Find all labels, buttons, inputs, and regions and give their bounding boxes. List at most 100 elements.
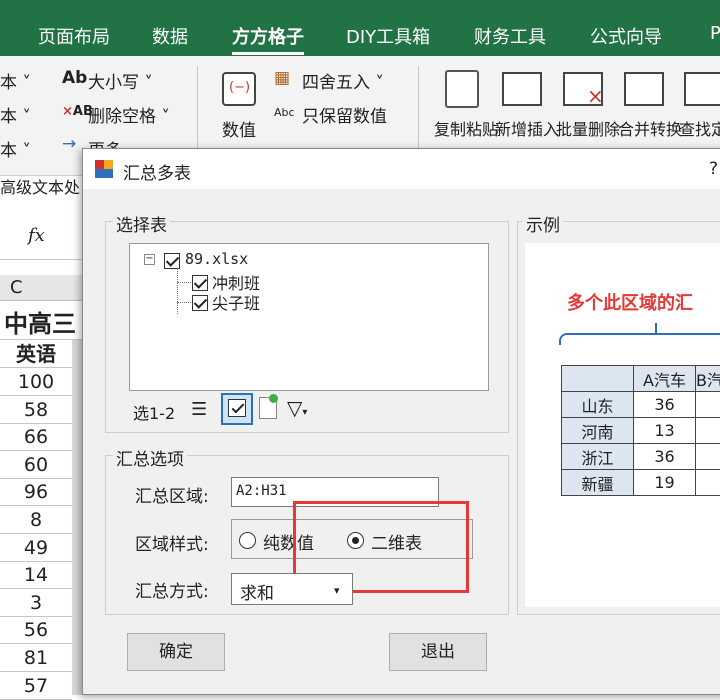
sheet-value-cell[interactable]: 57 bbox=[0, 672, 72, 700]
sheet-gray-column bbox=[72, 340, 82, 695]
example-cell: 13 bbox=[634, 418, 696, 444]
ribbon-tab-bar: 页面布局 数据 方方格子 DIY工具箱 财务工具 公式向导 P bbox=[0, 16, 720, 56]
tree-line bbox=[177, 268, 178, 314]
sheet-name-2: 尖子班 bbox=[212, 290, 260, 314]
number-icon: (−) bbox=[222, 72, 256, 106]
sheet-value-cell[interactable]: 58 bbox=[0, 396, 72, 424]
tab-formula-wizard[interactable]: 公式向导 bbox=[590, 23, 662, 49]
sheet-value-cell[interactable]: 66 bbox=[0, 423, 72, 451]
filter-icon[interactable]: ▽▾ bbox=[287, 396, 307, 420]
new-sheet-icon[interactable] bbox=[259, 397, 277, 419]
merge-convert-button[interactable]: 合并转换 bbox=[618, 116, 682, 140]
tree-line bbox=[177, 282, 191, 283]
keep-number-button[interactable]: 只保留数值 bbox=[302, 102, 387, 127]
arrow-right-icon: → bbox=[62, 134, 76, 154]
check-all-icon[interactable] bbox=[221, 393, 253, 425]
example-brace bbox=[559, 323, 720, 353]
example-cell bbox=[696, 418, 720, 444]
file-name: 89.xlsx bbox=[185, 250, 248, 268]
example-row-label: 河南 bbox=[562, 418, 634, 444]
batch-delete-button[interactable]: 批量删除 bbox=[556, 116, 620, 140]
round-button[interactable]: 四舍五入 ˅ bbox=[302, 68, 384, 93]
example-row: 浙江 36 bbox=[562, 444, 720, 470]
ribbon-separator bbox=[418, 66, 419, 156]
example-cell bbox=[696, 444, 720, 470]
ribbon-left-item-1[interactable]: 本 ˅ bbox=[0, 68, 31, 93]
number-button[interactable]: 数值 bbox=[222, 116, 256, 141]
example-panel: 多个此区域的汇 A汽车 B汽 山东 36 河南 13 浙江 3 bbox=[525, 243, 720, 607]
column-c-label[interactable]: C bbox=[10, 277, 23, 298]
example-table: A汽车 B汽 山东 36 河南 13 浙江 36 新疆 19 bbox=[561, 365, 720, 496]
title-cell-text: 中高三 bbox=[4, 304, 76, 339]
example-cell: 36 bbox=[634, 392, 696, 418]
tab-data[interactable]: 数据 bbox=[152, 23, 188, 49]
sheet-value-cell[interactable]: 14 bbox=[0, 561, 72, 589]
example-row-label: 新疆 bbox=[562, 470, 634, 496]
tab-fangfang[interactable]: 方方格子 bbox=[232, 23, 304, 49]
formula-bar: fx bbox=[0, 215, 82, 260]
tab-page-layout[interactable]: 页面布局 bbox=[38, 23, 110, 49]
fx-icon[interactable]: fx bbox=[28, 225, 45, 246]
sheet-value-cell[interactable]: 96 bbox=[0, 478, 72, 506]
chevron-down-icon: ▾ bbox=[334, 584, 340, 597]
sheet-value-cell[interactable]: 56 bbox=[0, 616, 72, 644]
example-row: 山东 36 bbox=[562, 392, 720, 418]
example-cell bbox=[696, 470, 720, 496]
tab-diy-toolbox[interactable]: DIY工具箱 bbox=[346, 23, 430, 49]
exit-button[interactable]: 退出 bbox=[389, 633, 487, 671]
ribbon-separator bbox=[197, 66, 198, 156]
tab-finance-tools[interactable]: 财务工具 bbox=[474, 23, 546, 49]
example-header-cell: B汽 bbox=[696, 366, 720, 392]
delete-space-button[interactable]: 删除空格 ˅ bbox=[88, 102, 170, 127]
advanced-text-label[interactable]: 高级文本处 bbox=[0, 174, 80, 198]
sheet-checkbox-2[interactable] bbox=[192, 292, 208, 311]
sheet-checkbox-1[interactable] bbox=[192, 272, 208, 291]
confirm-button[interactable]: 确定 bbox=[127, 633, 225, 671]
sheet-tree[interactable]: − 89.xlsx 冲刺班 尖子班 bbox=[129, 243, 489, 391]
example-caption: 多个此区域的汇 bbox=[567, 289, 693, 315]
ribbon-left-item-2[interactable]: 本 ˅ bbox=[0, 102, 31, 127]
example-header-cell bbox=[562, 366, 634, 392]
sheet-value-cell[interactable]: 8 bbox=[0, 506, 72, 534]
radio-plain-number[interactable] bbox=[239, 530, 256, 549]
insert-icon bbox=[502, 72, 542, 106]
style-label: 区域样式: bbox=[135, 530, 209, 555]
help-button[interactable]: ? bbox=[709, 159, 718, 179]
column-header: C bbox=[0, 275, 82, 301]
tree-collapse-icon[interactable]: − bbox=[144, 254, 155, 265]
sheet-value-cell[interactable]: 60 bbox=[0, 451, 72, 479]
example-group-label: 示例 bbox=[523, 211, 563, 236]
example-cell: 19 bbox=[634, 470, 696, 496]
method-select-value: 求和 bbox=[240, 579, 274, 604]
abc-icon: Abc bbox=[274, 106, 295, 119]
method-select[interactable]: 求和 ▾ bbox=[231, 573, 353, 605]
sheet-value-cell[interactable]: 81 bbox=[0, 644, 72, 672]
case-button[interactable]: 大小写 ˅ bbox=[88, 68, 153, 93]
example-row-label: 山东 bbox=[562, 392, 634, 418]
summary-dialog: 汇总多表 ? 选择表 − 89.xlsx 冲刺班 尖子班 选1-2 ☰ ▽▾ 汇… bbox=[82, 148, 720, 695]
area-input-value: A2:H31 bbox=[236, 483, 287, 499]
area-label: 汇总区域: bbox=[135, 482, 209, 507]
dialog-titlebar[interactable]: 汇总多表 ? bbox=[83, 149, 720, 189]
copy-paste-button[interactable]: 复制粘贴 bbox=[434, 116, 498, 140]
file-checkbox[interactable] bbox=[164, 250, 180, 269]
header-cell-english[interactable]: 英语 bbox=[0, 340, 72, 368]
list-view-icon[interactable]: ☰ bbox=[191, 399, 207, 420]
ab-icon: Ab bbox=[62, 68, 87, 88]
sheet-value-cell[interactable]: 3 bbox=[0, 589, 72, 617]
method-label: 汇总方式: bbox=[135, 577, 209, 602]
example-header-cell: A汽车 bbox=[634, 366, 696, 392]
example-row: 河南 13 bbox=[562, 418, 720, 444]
selection-count: 选1-2 bbox=[133, 400, 175, 424]
insert-button[interactable]: 新增插入 bbox=[495, 116, 559, 140]
sheet-value-cell[interactable]: 49 bbox=[0, 534, 72, 562]
dialog-app-icon bbox=[95, 160, 113, 178]
tree-line bbox=[177, 302, 191, 303]
batch-delete-icon: × bbox=[563, 72, 603, 106]
ribbon-left-item-3[interactable]: 本 ˅ bbox=[0, 136, 31, 161]
tab-p[interactable]: P bbox=[710, 23, 720, 44]
example-cell bbox=[696, 392, 720, 418]
sheet-value-cell[interactable]: 100 bbox=[0, 368, 72, 396]
find-button[interactable]: 查找定 bbox=[679, 116, 720, 140]
title-cell[interactable]: 中高三 bbox=[0, 302, 82, 340]
